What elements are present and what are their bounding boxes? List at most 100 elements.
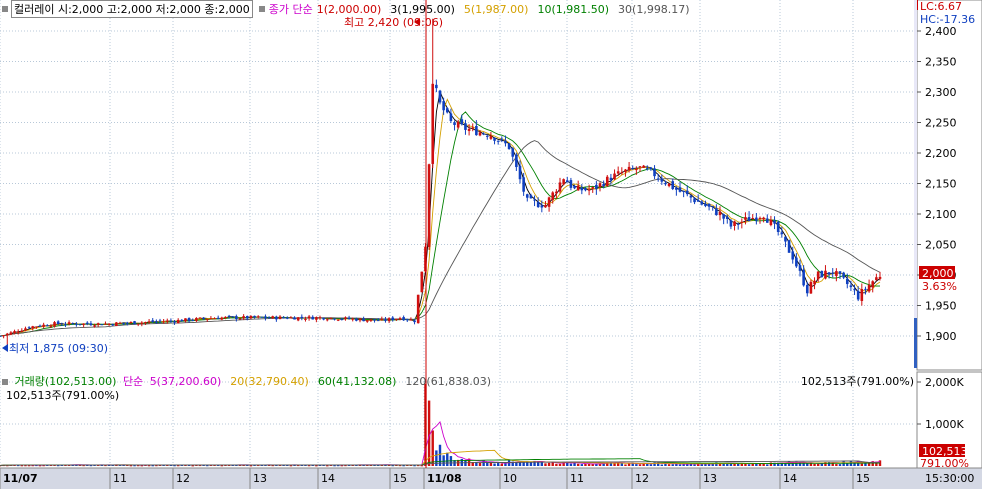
candle-body — [56, 321, 60, 325]
candle-body — [180, 319, 184, 322]
candle-body — [169, 320, 173, 322]
stock-info[interactable]: 컬러레이 시:2,000 고:2,000 저:2,000 종:2,000 — [11, 0, 253, 18]
candle-body — [151, 320, 155, 322]
candle-body — [445, 108, 449, 113]
candle-body — [395, 318, 398, 320]
candle-body — [78, 323, 82, 325]
candle-body — [460, 119, 464, 125]
volume-bar — [431, 430, 434, 466]
candle-body — [620, 172, 624, 174]
candle-body — [289, 317, 293, 319]
candle-body — [318, 317, 322, 319]
candle-body — [744, 217, 747, 220]
price-plot-area[interactable] — [0, 0, 917, 370]
high-label: 최고 2,420 (09:06) — [344, 16, 443, 29]
candle-body — [195, 318, 198, 321]
candle-body — [220, 317, 224, 320]
candle-body — [693, 198, 696, 203]
volume-bar — [518, 462, 522, 466]
ma-legend-item: 10(1,981.50) — [537, 2, 610, 16]
candle-body — [122, 323, 125, 325]
candle-body — [376, 320, 380, 322]
candle-body — [282, 317, 285, 319]
candle-body — [329, 317, 333, 319]
candle-body — [780, 232, 784, 235]
candle-body — [82, 323, 85, 325]
candle-body — [555, 191, 558, 194]
candle-body — [602, 184, 605, 187]
axis-scroll-thumb[interactable] — [914, 318, 917, 368]
candle-body — [478, 132, 482, 136]
candle-body — [384, 319, 387, 321]
candle-body — [405, 319, 409, 321]
candle-body — [355, 318, 358, 321]
candle-body — [787, 240, 791, 253]
candle-body — [45, 325, 49, 327]
volume-bar — [747, 464, 751, 466]
candle-body — [209, 318, 213, 320]
candle-body — [464, 123, 467, 130]
lc-label: LC:6.67 — [920, 0, 962, 13]
volume-bar — [496, 463, 500, 466]
ma-legend-item: 30(1,998.17) — [618, 2, 690, 16]
candle-body — [802, 269, 805, 286]
current-pct-label: 3.63% — [922, 280, 957, 293]
candle-body — [813, 280, 816, 285]
volume-ma-legend-items: 5(37,200.60) 20(32,790.40) 60(41,132.08) 12… — [150, 375, 500, 388]
candle-body — [147, 321, 151, 323]
candle-body — [878, 276, 882, 279]
candle-body — [64, 324, 67, 326]
candle-body — [507, 143, 511, 150]
candle-body — [682, 190, 685, 192]
stock-chart[interactable]: 2,400 2,350 2,300 2,250 2,200 2,150 2,100 2,050… — [0, 0, 982, 489]
volume-bar — [627, 463, 631, 466]
candle-body — [860, 289, 864, 302]
volume-bar — [555, 463, 558, 466]
x-tick-label: 11/07 — [3, 472, 38, 485]
volume-bar — [813, 463, 816, 466]
candle-body — [253, 315, 256, 318]
candle-body — [198, 317, 202, 319]
candle-body — [118, 322, 122, 324]
candle-body — [573, 185, 576, 189]
candle-body — [202, 318, 205, 320]
candle-body — [260, 316, 264, 318]
volume-bar — [493, 463, 496, 466]
candle-body — [435, 84, 438, 89]
legend-square-icon — [258, 6, 265, 12]
candle-body — [24, 328, 27, 331]
candle-body — [67, 322, 71, 324]
candle-body — [867, 284, 871, 292]
volume-right-label: 102,513주(791.00%) — [800, 375, 914, 388]
ma-legend-item: 120(61,838.03) — [405, 375, 491, 388]
volume-bar — [860, 463, 864, 466]
candle-body — [656, 178, 660, 180]
volume-bar — [744, 463, 747, 466]
candle-body — [129, 321, 133, 323]
candle-body — [664, 182, 667, 185]
axis-scrollbar[interactable] — [914, 0, 917, 368]
candle-body — [449, 113, 453, 122]
candle-body — [660, 178, 664, 182]
candle-body — [755, 217, 758, 221]
candle-body — [515, 154, 518, 168]
candle-body — [678, 187, 682, 192]
candle-body — [616, 171, 620, 174]
x-tick-label: 12 — [176, 472, 190, 485]
candle-body — [511, 148, 515, 157]
volume-bar — [587, 463, 591, 466]
candle-body — [296, 317, 300, 321]
candle-body — [711, 206, 715, 208]
candle-body — [187, 317, 191, 321]
candle-body — [551, 192, 555, 200]
candle-body — [493, 137, 496, 141]
candle-body — [558, 182, 562, 192]
candle-body — [336, 319, 340, 321]
candle-body — [264, 316, 267, 319]
candle-body — [762, 217, 765, 220]
volume-tick-label: 2,000K — [925, 376, 964, 389]
candle-body — [100, 324, 104, 326]
candle-body — [104, 323, 107, 325]
candle-body — [500, 138, 504, 140]
candle-body — [322, 317, 325, 320]
